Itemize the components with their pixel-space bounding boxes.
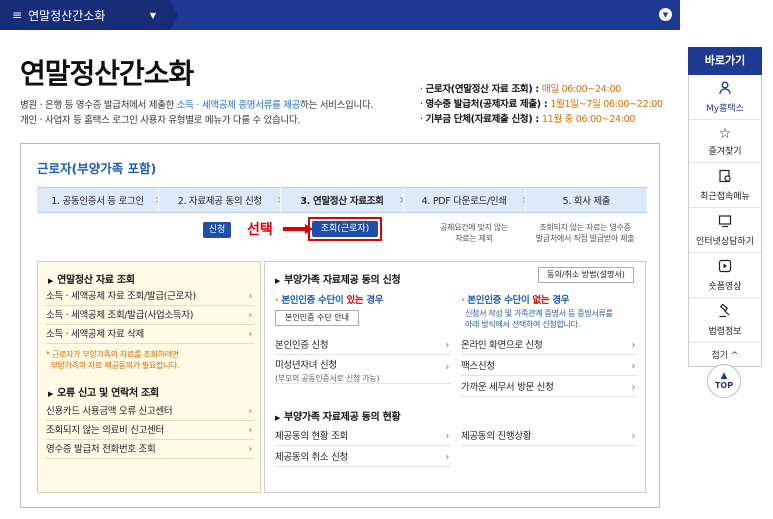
- chevron-right-icon: ›: [248, 444, 253, 455]
- list-item[interactable]: 조회되지 않는 의료비 신고센터 ›: [46, 422, 254, 440]
- list-item[interactable]: 소득 · 세액공제 자료 조회/발급(근로자) ›: [46, 288, 254, 306]
- sidebar-item-consult[interactable]: 인터넷상담하기: [689, 208, 761, 253]
- chevron-right-icon: ›: [631, 361, 636, 372]
- menu-title: 연말정산간소화: [28, 8, 106, 23]
- step-5-note: 조회되지 않는 자료는 영수증 발급처에서 직접 발급받아 제출: [535, 223, 635, 243]
- menu-dropdown[interactable]: ≡ 연말정산간소화 ▼: [0, 0, 170, 30]
- auth-guide-button[interactable]: 본인인증 수단 안내: [275, 310, 359, 326]
- monitor-icon: [689, 214, 761, 232]
- section-title: 근로자(부양가족 포함): [37, 161, 157, 176]
- chevron-right-icon: ›: [248, 329, 253, 340]
- step-1: 1. 공동인증서 등 로그인›: [37, 187, 161, 213]
- dependent-note: * 근로자가 부양가족의 자료를 조회하려면 부양가족의 자료 제공동의가 필요…: [46, 350, 180, 370]
- panel-title: ▶ 부양가족 자료제공 동의 신청: [275, 275, 401, 286]
- list-item[interactable]: 소득 · 세액공제 자료 삭제 ›: [46, 326, 254, 344]
- panel-title: ▶ 부양가족 자료제공 동의 현황: [275, 412, 401, 423]
- scroll-top-button[interactable]: ▲ TOP: [707, 364, 741, 398]
- list-item[interactable]: 제공동의 현황 조회 ›: [275, 428, 451, 446]
- step-3: 3. 연말정산 자료조회›: [280, 187, 405, 213]
- auth-no-title: · 본인인증 수단이 없는 경우: [461, 295, 570, 306]
- hamburger-icon: ≡: [12, 8, 23, 22]
- person-icon: [689, 81, 761, 99]
- menu-arrow-tip: [170, 0, 178, 30]
- page-description: 병원 · 은행 등 영수증 발급처에서 제출한 소득 · 세액공제 증명서류를 …: [20, 100, 374, 126]
- step-5: 5. 회사 제출: [524, 187, 648, 213]
- sidebar-fold-button[interactable]: 접기 ^: [689, 343, 761, 366]
- list-item[interactable]: 팩스신청 ›: [461, 358, 637, 376]
- page-title: 연말정산간소화: [20, 57, 194, 90]
- list-item[interactable]: 가까운 세무서 방문 신청 ›: [461, 379, 637, 397]
- sidebar-item-recent[interactable]: 최근접속메뉴: [689, 163, 761, 208]
- employee-section-card: 근로자(부양가족 포함) 1. 공동인증서 등 로그인› 2. 자료제공 동의 …: [20, 143, 660, 508]
- step-4-note: 공제요건에 맞지 않는 자료는 제외: [439, 223, 509, 243]
- list-item[interactable]: 미성년자녀 신청 (부모의 공동인증서로 신청 가능) ›: [275, 358, 451, 384]
- method-guide-button[interactable]: 동의/취소 방법(설명서): [538, 267, 634, 283]
- list-item[interactable]: 제공동의 진행상황 ›: [461, 428, 637, 446]
- list-item[interactable]: 신용카드 사용금액 오류 신고센터 ›: [46, 403, 254, 421]
- view-button-highlight: 조회(근로자): [308, 217, 382, 241]
- list-item[interactable]: 제공동의 취소 신청 ›: [275, 449, 451, 467]
- auth-no-description: 신청서 작성 및 가족관계 증명서 등 증빙서류를 아래 방식에서 선택하여 신…: [465, 309, 613, 329]
- chevron-right-icon: ›: [248, 425, 253, 436]
- list-item[interactable]: 소득 · 세액공제 조회/발급(사업소득자) ›: [46, 307, 254, 325]
- view-employee-button[interactable]: 조회(근로자): [312, 221, 378, 237]
- chevron-right-icon: ›: [248, 310, 253, 321]
- sidebar-item-law[interactable]: 법령정보: [689, 298, 761, 343]
- chevron-right-icon: ›: [445, 340, 450, 351]
- star-icon: ☆: [718, 126, 732, 142]
- chevron-right-icon: ›: [248, 406, 253, 417]
- select-label: 선택: [247, 222, 273, 238]
- step-4: 4. PDF 다운로드/인쇄›: [402, 187, 527, 213]
- chevron-right-icon: ›: [631, 340, 636, 351]
- arrow-up-icon: ▲: [720, 371, 728, 381]
- top-nav-bar: ≡ 연말정산간소화 ▼ ▼: [0, 0, 680, 30]
- panel-title: ▶ 오류 신고 및 연락처 조회: [48, 388, 159, 399]
- chevron-right-icon: ›: [631, 431, 636, 442]
- consent-panel: ▶ 부양가족 자료제공 동의 신청 동의/취소 방법(설명서) · 본인인증 수단…: [264, 261, 646, 493]
- auth-yes-title: · 본인인증 수단이 있는 경우: [275, 295, 384, 306]
- service-hours-notice: · 근로자(연말정산 자료 조회) : 매일 06:00~24:00 · 영수증…: [420, 84, 663, 125]
- chevron-down-icon[interactable]: ▼: [659, 8, 672, 21]
- list-item[interactable]: 영수증 발급처 전화번호 조회 ›: [46, 441, 254, 459]
- chevron-right-icon: ›: [631, 382, 636, 393]
- panel-title: ▶ 연말정산 자료 조회: [48, 275, 135, 286]
- play-icon: [689, 259, 761, 277]
- step-2: 2. 자료제공 동의 신청›: [158, 187, 283, 213]
- sidebar-item-shortform[interactable]: 숏폼영상: [689, 253, 761, 298]
- gavel-icon: [689, 303, 761, 322]
- apply-button[interactable]: 신청: [203, 222, 231, 238]
- caret-down-icon: ▼: [149, 10, 156, 20]
- quick-links-sidebar: 바로가기 My홈택스 ☆ 즐겨찾기 최근접속메뉴 인터넷상담하기 숏폼영상 법령…: [688, 47, 762, 367]
- list-item[interactable]: 온라인 화면으로 신청 ›: [461, 337, 637, 355]
- chevron-right-icon: ›: [445, 452, 450, 463]
- data-lookup-panel: ▶ 연말정산 자료 조회 소득 · 세액공제 자료 조회/발급(근로자) › 소득 …: [37, 261, 261, 493]
- sidebar-title: 바로가기: [688, 47, 762, 75]
- chevron-right-icon: ›: [445, 362, 450, 373]
- recent-icon: [689, 169, 761, 187]
- process-steps: 1. 공동인증서 등 로그인› 2. 자료제공 동의 신청› 3. 연말정산 자…: [37, 187, 648, 213]
- chevron-right-icon: ›: [445, 431, 450, 442]
- sidebar-item-my-hometax[interactable]: My홈택스: [689, 75, 761, 120]
- sidebar-item-favorites[interactable]: ☆ 즐겨찾기: [689, 120, 761, 163]
- list-item[interactable]: 본인인증 신청 ›: [275, 337, 451, 355]
- chevron-right-icon: ›: [248, 291, 253, 302]
